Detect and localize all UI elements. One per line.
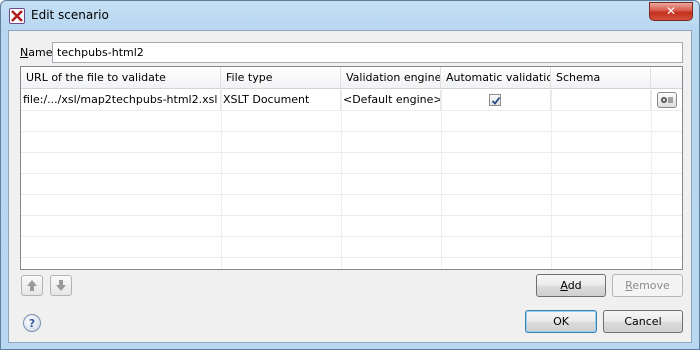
column-header-actions — [651, 67, 682, 89]
move-up-button[interactable] — [21, 275, 43, 296]
empty-row — [21, 258, 682, 269]
table-header: URL of the file to validate File type Va… — [21, 67, 682, 89]
column-header-url[interactable]: URL of the file to validate — [21, 67, 221, 89]
column-header-validation-engine[interactable]: Validation engine — [341, 67, 441, 89]
remove-button[interactable]: Remove — [612, 274, 683, 297]
close-button[interactable]: ✕ — [649, 2, 693, 21]
empty-row — [21, 111, 682, 132]
name-input[interactable] — [52, 42, 683, 63]
cell-actions — [651, 90, 682, 111]
validation-units-table: URL of the file to validate File type Va… — [20, 66, 683, 270]
checkmark-icon — [491, 96, 501, 105]
cell-automatic-validation — [441, 90, 551, 111]
settings-list-icon — [661, 97, 673, 103]
cell-schema[interactable] — [551, 90, 651, 111]
column-header-file-type[interactable]: File type — [221, 67, 341, 89]
table-row[interactable]: file:/.../xsl/map2techpubs-html2.xsl XSL… — [21, 90, 682, 111]
add-button[interactable]: Add — [536, 274, 606, 297]
column-header-automatic-validation[interactable]: Automatic validation — [441, 67, 551, 89]
empty-row — [21, 132, 682, 153]
name-label: Name — [20, 46, 53, 59]
empty-row — [21, 237, 682, 258]
column-header-schema[interactable]: Schema — [551, 67, 651, 89]
help-button[interactable]: ? — [23, 314, 41, 332]
empty-row — [21, 153, 682, 174]
empty-row — [21, 195, 682, 216]
edit-scenario-dialog: Edit scenario ✕ Name URL of the file to … — [0, 0, 700, 350]
dialog-body: Name URL of the file to validate File ty… — [8, 30, 692, 343]
cell-file-type[interactable]: XSLT Document — [221, 90, 341, 111]
automatic-validation-checkbox[interactable] — [489, 94, 501, 106]
close-icon: ✕ — [665, 4, 677, 18]
empty-row — [21, 174, 682, 195]
title-bar: Edit scenario ✕ — [1, 1, 699, 29]
empty-row — [21, 216, 682, 237]
cell-url[interactable]: file:/.../xsl/map2techpubs-html2.xsl — [21, 90, 221, 111]
arrow-up-icon — [27, 280, 37, 291]
edit-schema-button[interactable] — [657, 92, 677, 108]
cell-validation-engine[interactable]: <Default engine> — [341, 90, 441, 111]
app-logo-icon — [9, 8, 25, 24]
help-icon: ? — [28, 317, 36, 330]
move-down-button[interactable] — [50, 275, 72, 296]
ok-button[interactable]: OK — [525, 310, 597, 333]
window-title: Edit scenario — [31, 8, 109, 22]
arrow-down-icon — [56, 280, 66, 291]
cancel-button[interactable]: Cancel — [603, 310, 683, 333]
